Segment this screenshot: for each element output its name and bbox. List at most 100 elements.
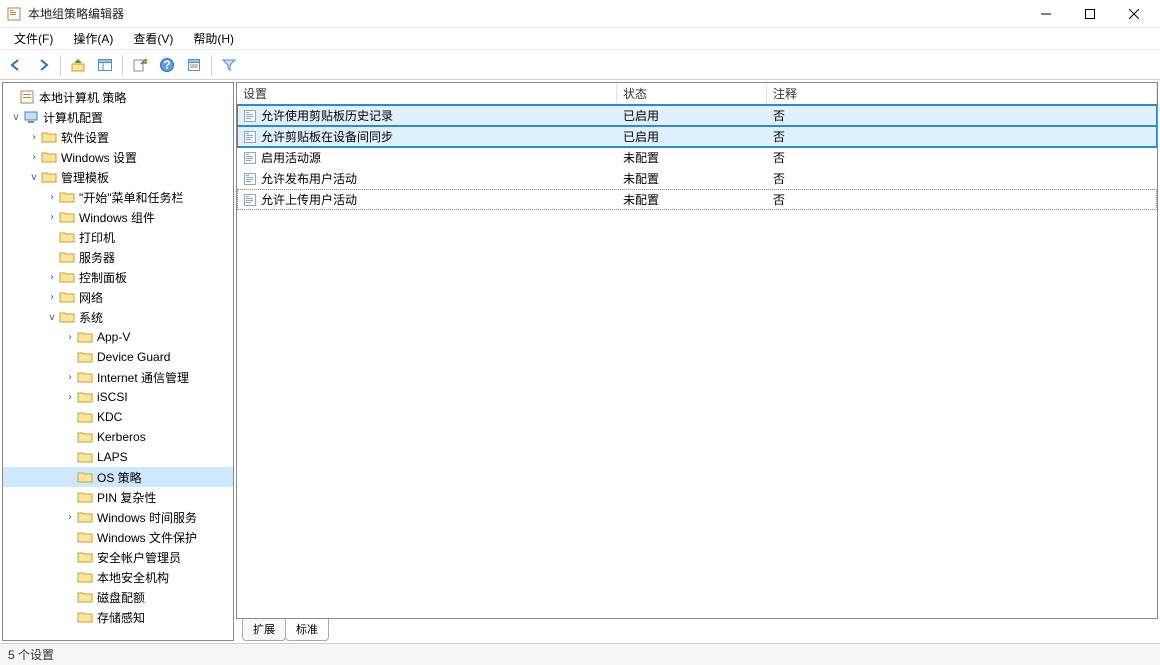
tree-item-computer-config[interactable]: v 计算机配置 — [3, 107, 233, 127]
expand-icon[interactable]: › — [63, 372, 77, 383]
folder-icon — [77, 510, 93, 524]
tree-item-os-policy[interactable]: OS 策略 — [3, 467, 233, 487]
menu-file[interactable]: 文件(F) — [4, 28, 63, 49]
tree-label: Kerberos — [97, 430, 146, 444]
list-area[interactable]: 设置 状态 注释 允许使用剪贴板历史记录已启用否允许剪贴板在设备间同步已启用否启… — [236, 82, 1158, 619]
expand-icon[interactable]: › — [45, 192, 59, 203]
computer-icon — [23, 109, 39, 125]
setting-text: 允许上传用户活动 — [261, 191, 357, 208]
tree-label: Windows 文件保护 — [97, 529, 197, 546]
collapse-icon[interactable]: v — [9, 112, 23, 123]
folder-icon — [59, 310, 75, 324]
collapse-icon[interactable]: v — [45, 312, 59, 323]
folder-icon — [59, 210, 75, 224]
tree-item-kdc[interactable]: KDC — [3, 407, 233, 427]
tree-label: 安全帐户管理员 — [97, 549, 181, 566]
tree-label: 软件设置 — [61, 129, 109, 146]
tree-item-network[interactable]: › 网络 — [3, 287, 233, 307]
column-header-setting[interactable]: 设置 — [237, 83, 617, 104]
menu-view[interactable]: 查看(V) — [123, 28, 183, 49]
collapse-icon[interactable]: v — [27, 172, 41, 183]
help-button[interactable]: ? — [155, 53, 179, 77]
folder-icon — [59, 290, 75, 304]
folder-icon — [59, 190, 75, 204]
tree-item-software-settings[interactable]: › 软件设置 — [3, 127, 233, 147]
list-row[interactable]: 启用活动源未配置否 — [237, 147, 1157, 168]
folder-icon — [77, 410, 93, 424]
list-row[interactable]: 允许使用剪贴板历史记录已启用否 — [237, 105, 1157, 126]
expand-icon[interactable]: › — [63, 512, 77, 523]
close-button[interactable] — [1112, 0, 1156, 28]
back-button[interactable] — [4, 53, 28, 77]
tree-item-pin-complexity[interactable]: PIN 复杂性 — [3, 487, 233, 507]
tree-label: OS 策略 — [97, 469, 142, 486]
cell-status: 已启用 — [617, 128, 767, 145]
tree-label: 管理模板 — [61, 169, 109, 186]
folder-icon — [41, 170, 57, 184]
tree-item-kerberos[interactable]: Kerberos — [3, 427, 233, 447]
tree-item-iscsi[interactable]: › iSCSI — [3, 387, 233, 407]
cell-comment: 否 — [767, 128, 1157, 145]
tree-label: App-V — [97, 330, 130, 344]
tree-item-disk-quota[interactable]: 磁盘配额 — [3, 587, 233, 607]
minimize-button[interactable] — [1024, 0, 1068, 28]
menu-help[interactable]: 帮助(H) — [183, 28, 244, 49]
tree-item-local-security-auth[interactable]: 本地安全机构 — [3, 567, 233, 587]
tab-extended[interactable]: 扩展 — [242, 619, 286, 641]
tree-item-security-account-mgr[interactable]: 安全帐户管理员 — [3, 547, 233, 567]
tree-item-windows-settings[interactable]: › Windows 设置 — [3, 147, 233, 167]
tree-item-start-taskbar[interactable]: › "开始"菜单和任务栏 — [3, 187, 233, 207]
tree-item-device-guard[interactable]: Device Guard — [3, 347, 233, 367]
expand-icon[interactable]: › — [45, 212, 59, 223]
column-header-status[interactable]: 状态 — [617, 83, 767, 104]
list-row[interactable]: 允许发布用户活动未配置否 — [237, 168, 1157, 189]
folder-icon — [77, 370, 93, 384]
tree-item-windows-file-protect[interactable]: Windows 文件保护 — [3, 527, 233, 547]
tree-item-control-panel[interactable]: › 控制面板 — [3, 267, 233, 287]
expand-icon[interactable]: › — [27, 132, 41, 143]
tree-item-appv[interactable]: › App-V — [3, 327, 233, 347]
export-button[interactable] — [128, 53, 152, 77]
statusbar: 5 个设置 — [0, 643, 1160, 665]
folder-icon — [77, 450, 93, 464]
toolbar-separator — [122, 55, 123, 75]
tree-root[interactable]: 本地计算机 策略 — [3, 87, 233, 107]
expand-icon[interactable]: › — [45, 292, 59, 303]
expand-icon[interactable]: › — [45, 272, 59, 283]
list-row[interactable]: 允许上传用户活动未配置否 — [237, 189, 1157, 210]
maximize-button[interactable] — [1068, 0, 1112, 28]
tree-label: 网络 — [79, 289, 103, 306]
cell-setting: 允许上传用户活动 — [237, 191, 617, 208]
tree-item-internet-comm[interactable]: › Internet 通信管理 — [3, 367, 233, 387]
tree-item-storage-sense[interactable]: 存储感知 — [3, 607, 233, 627]
setting-text: 启用活动源 — [261, 149, 321, 166]
folder-icon — [41, 150, 57, 164]
folder-icon — [77, 570, 93, 584]
tree-label: 本地计算机 策略 — [39, 89, 126, 106]
expand-icon[interactable]: › — [27, 152, 41, 163]
properties-button[interactable] — [182, 53, 206, 77]
tab-standard[interactable]: 标准 — [285, 619, 329, 641]
tree-panel[interactable]: 本地计算机 策略 v 计算机配置 › 软件设置 › Windows 设置 v 管… — [2, 82, 234, 641]
tree-item-server[interactable]: 服务器 — [3, 247, 233, 267]
tree-item-windows-time[interactable]: › Windows 时间服务 — [3, 507, 233, 527]
column-header-comment[interactable]: 注释 — [767, 83, 1157, 104]
toolbar-separator — [60, 55, 61, 75]
filter-button[interactable] — [217, 53, 241, 77]
expand-icon[interactable]: › — [63, 332, 77, 343]
menu-action[interactable]: 操作(A) — [63, 28, 123, 49]
forward-button[interactable] — [31, 53, 55, 77]
tree-label: 打印机 — [79, 229, 115, 246]
tree-item-system[interactable]: v 系统 — [3, 307, 233, 327]
show-hide-tree-button[interactable] — [93, 53, 117, 77]
tree-item-printers[interactable]: 打印机 — [3, 227, 233, 247]
list-row[interactable]: 允许剪贴板在设备间同步已启用否 — [237, 126, 1157, 147]
tree-item-admin-templates[interactable]: v 管理模板 — [3, 167, 233, 187]
expand-icon[interactable]: › — [63, 392, 77, 403]
list-panel: 设置 状态 注释 允许使用剪贴板历史记录已启用否允许剪贴板在设备间同步已启用否启… — [236, 82, 1158, 641]
up-button[interactable] — [66, 53, 90, 77]
tree-item-laps[interactable]: LAPS — [3, 447, 233, 467]
cell-setting: 启用活动源 — [237, 149, 617, 166]
tree-item-windows-components[interactable]: › Windows 组件 — [3, 207, 233, 227]
toolbar: ? — [0, 50, 1160, 80]
